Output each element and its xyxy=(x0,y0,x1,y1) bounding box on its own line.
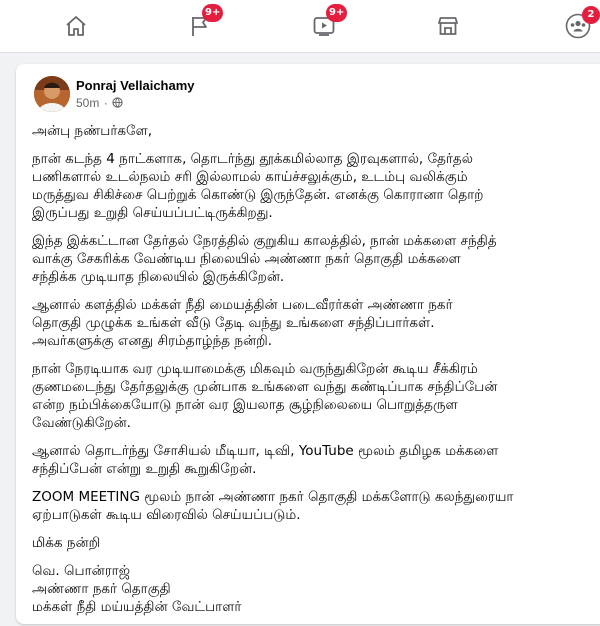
globe-icon[interactable] xyxy=(112,97,123,108)
groups-badge: 2 xyxy=(582,6,600,24)
nav-marketplace[interactable] xyxy=(418,0,478,52)
home-icon xyxy=(66,16,86,36)
post-text-line: ஆனால் களத்தில் மக்கள் நீதி மையத்தின் படை… xyxy=(32,297,453,313)
author-avatar[interactable] xyxy=(34,76,70,112)
post-text-line: மிக்க நன்றி xyxy=(32,535,101,551)
post-paragraph: நான் கடந்த 4 நாட்களாக, தொடர்ந்து தூக்கமி… xyxy=(32,150,600,222)
nav-home[interactable] xyxy=(46,0,106,52)
post-paragraph: இந்த இக்கட்டான தேர்தல் நேரத்தில் குறுகிய… xyxy=(32,232,600,286)
pages-badge: 9+ xyxy=(202,4,224,22)
post-text-line: நான் கடந்த 4 நாட்களாக, தொடர்ந்து தூக்கமி… xyxy=(32,151,473,167)
author-name[interactable]: Ponraj Vellaichamy xyxy=(76,78,195,93)
post-text-line: ஆனால் தொடர்ந்து சோசியல் மீடியா, டிவி, Yo… xyxy=(32,443,499,459)
post-text-line: சந்திப்பேன் என்று உறுதி கூறுகிறேன். xyxy=(32,461,257,477)
post-text-line: ஏற்பாடுகள் கூடிய விரைவில் செய்யப்படும். xyxy=(32,507,301,523)
post-text-line: மருத்துவ சிகிச்சை பெற்றுக் கொண்டு இருந்த… xyxy=(32,187,484,203)
watch-badge: 9+ xyxy=(326,4,348,22)
post-text-line: பணிகளால் உடல்நலம் சரி இல்லாமல் காய்ச்சலு… xyxy=(32,169,468,185)
nav-watch[interactable]: 9+ xyxy=(294,0,354,52)
post-paragraph: ZOOM MEETING மூலம் நான் அண்ணா நகர் தொகுத… xyxy=(32,488,600,524)
post-text-line: தொகுதி முழுக்க உங்கள் வீடு தேடி வந்து உங… xyxy=(32,315,435,331)
post-meta: 50m · xyxy=(76,96,123,110)
post-text-line: ZOOM MEETING மூலம் நான் அண்ணா நகர் தொகுத… xyxy=(32,489,514,505)
separator-dot: · xyxy=(103,96,108,110)
post-text: அன்பு நண்பர்களே, நான் கடந்த 4 நாட்களாக, த… xyxy=(32,122,600,626)
post-text-line: நான் நேரடியாக வர முடியாமைக்கு மிகவும் வர… xyxy=(32,361,478,377)
top-navigation-bar: 9+ 9+ 2 xyxy=(0,0,600,53)
post-paragraph: நான் நேரடியாக வர முடியாமைக்கு மிகவும் வர… xyxy=(32,360,600,432)
post-text-line: சந்திக்க முடியாத நிலையில் இருக்கிறேன். xyxy=(32,269,285,285)
nav-groups[interactable]: 2 xyxy=(548,0,600,52)
post-text-line: குணமடைந்து தேர்தலுக்கு முன்பாக உங்களை வந… xyxy=(32,379,498,395)
store-icon xyxy=(438,17,458,35)
post-text-line: அவர்களுக்கு எனது சிரம்தாழ்ந்த நன்றி. xyxy=(32,333,273,349)
post-text-line: வேண்டுகிறேன். xyxy=(32,415,131,431)
post-paragraph: அன்பு நண்பர்களே, xyxy=(32,122,600,140)
nav-pages[interactable]: 9+ xyxy=(170,0,230,52)
post-paragraph: வெ. பொன்ராஜ் அண்ணா நகர் தொகுதி மக்கள் நீதி… xyxy=(32,562,600,616)
post-text-line: வெ. பொன்ராஜ் xyxy=(32,563,130,579)
post-text-line: மக்கள் நீதி மய்யத்தின் வேட்பாளர் xyxy=(32,599,242,615)
post-time[interactable]: 50m xyxy=(76,96,99,110)
profile-photo-icon xyxy=(34,76,70,112)
post-text-line: என்ற நம்பிக்கையோடு நான் வர இயலாத சூழ்நில… xyxy=(32,397,458,413)
feed-post: Ponraj Vellaichamy 50m · அன்பு நண்பர்களே… xyxy=(16,64,600,624)
post-text-line: இந்த இக்கட்டான தேர்தல் நேரத்தில் குறுகிய… xyxy=(32,233,497,249)
post-text-line: இருப்பது உறுதி செய்யப்பட்டிருக்கிறது. xyxy=(32,205,273,221)
post-paragraph: ஆனால் களத்தில் மக்கள் நீதி மையத்தின் படை… xyxy=(32,296,600,350)
post-text-line: அண்ணா நகர் தொகுதி xyxy=(32,581,171,597)
post-paragraph: மிக்க நன்றி xyxy=(32,534,600,552)
post-text-line: அன்பு நண்பர்களே, xyxy=(32,123,153,139)
post-text-line: வாக்கு சேகரிக்க வேண்டிய நிலையில் அண்ணா ந… xyxy=(32,251,461,267)
post-paragraph: ஆனால் தொடர்ந்து சோசியல் மீடியா, டிவி, Yo… xyxy=(32,442,600,478)
